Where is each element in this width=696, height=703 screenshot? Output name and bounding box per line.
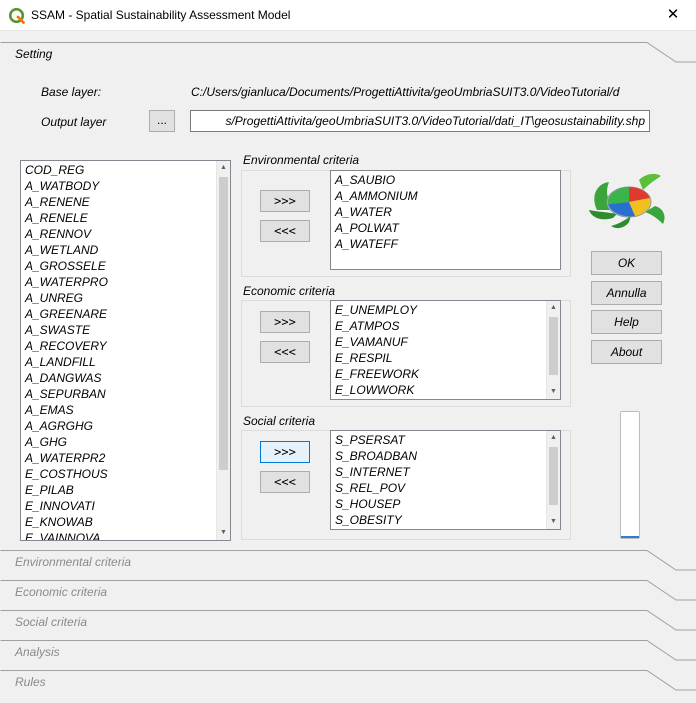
section-header-analysis[interactable]: Analysis [0, 638, 696, 668]
field-list-item[interactable]: A_RENELE [21, 210, 230, 226]
field-list-item[interactable]: A_UNREG [21, 290, 230, 306]
base-layer-label: Base layer: [41, 85, 102, 99]
env-criteria-item[interactable]: A_WATEFF [331, 236, 560, 252]
econ-criteria-item[interactable]: E_ATMPOS [331, 318, 560, 334]
field-list-item[interactable]: A_WATBODY [21, 178, 230, 194]
env-criteria-item[interactable]: A_POLWAT [331, 220, 560, 236]
social-criteria-item[interactable]: S_INTERNET [331, 464, 560, 480]
field-list-item[interactable]: A_WATERPR2 [21, 450, 230, 466]
econ-scrollbar[interactable]: ▲ ▼ [546, 301, 560, 399]
field-list-item[interactable]: E_PILAB [21, 482, 230, 498]
ssam-logo-icon [589, 173, 665, 229]
field-list-item[interactable]: COD_REG [21, 162, 230, 178]
section-label-setting: Setting [15, 47, 53, 61]
section-header-frame [0, 42, 696, 63]
scroll-thumb[interactable] [219, 177, 228, 470]
social-scrollbar[interactable]: ▲ ▼ [546, 431, 560, 529]
field-list-item[interactable]: A_LANDFILL [21, 354, 230, 370]
env-criteria-listbox[interactable]: A_SAUBIO A_AMMONIUM A_WATER A_POLWAT A_WATEF… [330, 170, 561, 270]
social-group-title: Social criteria [243, 414, 316, 428]
close-button[interactable]: ✕ [650, 0, 696, 31]
social-criteria-item[interactable]: S_BROADBAN [331, 448, 560, 464]
section-header-frame [0, 670, 696, 691]
field-list-item[interactable]: A_RENENE [21, 194, 230, 210]
ok-button[interactable]: OK [591, 251, 662, 275]
fields-listbox[interactable]: COD_REG A_WATBODY A_RENENE A_RENELE A_RENNOV… [20, 160, 231, 541]
output-layer-field[interactable]: s/ProgettiAttivita/geoUmbriaSUIT3.0/Vide… [190, 110, 650, 132]
env-criteria-item[interactable]: A_AMMONIUM [331, 188, 560, 204]
field-list-item[interactable]: A_SEPURBAN [21, 386, 230, 402]
scroll-down-icon[interactable]: ▼ [217, 526, 230, 540]
about-button[interactable]: About [591, 340, 662, 364]
section-header-frame [0, 610, 696, 631]
field-list-item[interactable]: A_AGRGHG [21, 418, 230, 434]
section-header-economic-criteria[interactable]: Economic criteria [0, 578, 696, 608]
base-layer-value: C:/Users/gianluca/Documents/ProgettiAtti… [191, 85, 620, 99]
econ-criteria-item[interactable]: E_LOWWORK [331, 382, 560, 398]
econ-criteria-listbox[interactable]: E_UNEMPLOY E_ATMPOS E_VAMANUF E_RESPIL E_FRE… [330, 300, 561, 400]
section-header-rules[interactable]: Rules [0, 668, 696, 698]
econ-add-button[interactable]: >>> [260, 311, 310, 333]
social-remove-button[interactable]: <<< [260, 471, 310, 493]
field-list-item[interactable]: A_GROSSELE [21, 258, 230, 274]
window-title: SSAM - Spatial Sustainability Assessment… [31, 8, 291, 22]
qgis-app-icon [9, 8, 25, 24]
social-criteria-item[interactable]: S_HOUSEP [331, 496, 560, 512]
env-criteria-item[interactable]: A_SAUBIO [331, 172, 560, 188]
scroll-up-icon[interactable]: ▲ [547, 301, 560, 315]
env-add-button[interactable]: >>> [260, 190, 310, 212]
env-remove-button[interactable]: <<< [260, 220, 310, 242]
social-add-button[interactable]: >>> [260, 441, 310, 463]
field-list-item[interactable]: E_COSTHOUS [21, 466, 230, 482]
econ-criteria-item[interactable]: E_UNEMPLOY [331, 302, 560, 318]
environmental-group-title: Environmental criteria [243, 153, 360, 167]
field-list-item[interactable]: A_RECOVERY [21, 338, 230, 354]
field-list-item[interactable]: A_GHG [21, 434, 230, 450]
field-list-item[interactable]: A_WETLAND [21, 242, 230, 258]
section-header-setting[interactable]: Setting [0, 40, 696, 70]
section-header-social-criteria[interactable]: Social criteria [0, 608, 696, 638]
field-list-item[interactable]: A_GREENARE [21, 306, 230, 322]
section-header-frame [0, 640, 696, 661]
scroll-up-icon[interactable]: ▲ [547, 431, 560, 445]
scroll-up-icon[interactable]: ▲ [217, 161, 230, 175]
field-list-item[interactable]: E_INNOVATI [21, 498, 230, 514]
field-list-item[interactable]: A_EMAS [21, 402, 230, 418]
env-criteria-item[interactable]: A_WATER [331, 204, 560, 220]
section-label-economic-criteria: Economic criteria [15, 585, 108, 599]
browse-output-button[interactable]: ... [149, 110, 175, 132]
scroll-thumb[interactable] [549, 317, 558, 375]
social-criteria-item[interactable]: S_PSERSAT [331, 432, 560, 448]
econ-criteria-item[interactable]: E_FREEWORK [331, 366, 560, 382]
progress-bar [620, 411, 640, 539]
progress-base-line [621, 536, 639, 538]
section-label-rules: Rules [15, 675, 46, 689]
social-criteria-item[interactable]: S_REL_POV [331, 480, 560, 496]
scroll-down-icon[interactable]: ▼ [547, 385, 560, 399]
field-list-item[interactable]: A_WATERPRO [21, 274, 230, 290]
cancel-button[interactable]: Annulla [591, 281, 662, 305]
field-list-item[interactable]: A_DANGWAS [21, 370, 230, 386]
field-list-item[interactable]: E_VAINNOVA [21, 530, 230, 540]
help-button[interactable]: Help [591, 310, 662, 334]
section-label-environmental-criteria: Environmental criteria [15, 555, 132, 569]
title-bar: SSAM - Spatial Sustainability Assessment… [0, 0, 696, 31]
field-list-item[interactable]: A_RENNOV [21, 226, 230, 242]
social-criteria-item[interactable]: S_OBESITY [331, 512, 560, 528]
field-list-item[interactable]: A_SWASTE [21, 322, 230, 338]
scroll-down-icon[interactable]: ▼ [547, 515, 560, 529]
fields-scrollbar[interactable]: ▲ ▼ [216, 161, 230, 540]
econ-remove-button[interactable]: <<< [260, 341, 310, 363]
section-label-social-criteria: Social criteria [15, 615, 88, 629]
econ-criteria-item[interactable]: E_RESPIL [331, 350, 560, 366]
section-label-analysis: Analysis [15, 645, 60, 659]
output-layer-label: Output layer [41, 115, 107, 129]
economic-group-title: Economic criteria [243, 284, 336, 298]
scroll-thumb[interactable] [549, 447, 558, 505]
social-criteria-listbox[interactable]: S_PSERSAT S_BROADBAN S_INTERNET S_REL_POV S_… [330, 430, 561, 530]
field-list-item[interactable]: E_KNOWAB [21, 514, 230, 530]
section-header-environmental-criteria[interactable]: Environmental criteria [0, 548, 696, 578]
econ-criteria-item[interactable]: E_VAMANUF [331, 334, 560, 350]
